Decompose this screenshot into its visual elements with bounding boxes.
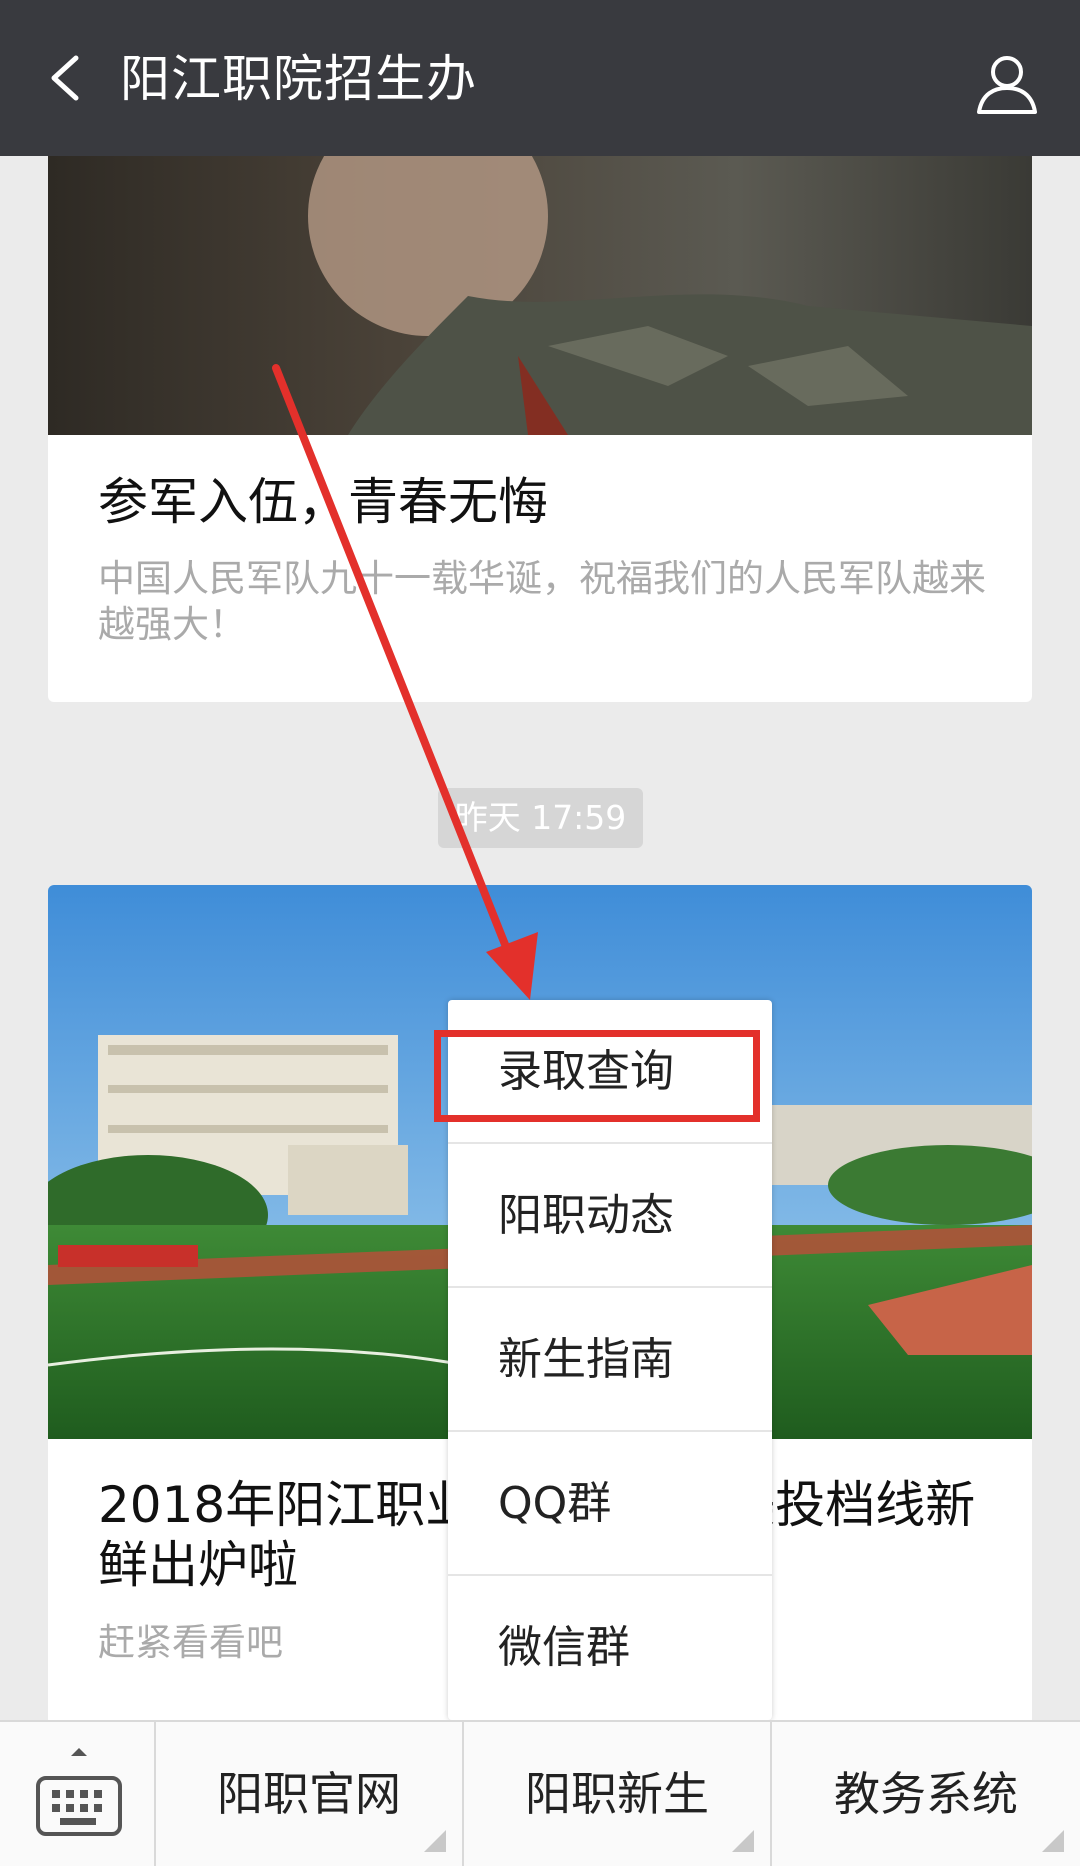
- menu-button-freshman[interactable]: 阳职新生: [464, 1722, 772, 1866]
- article-description: 中国人民军队九十一载华诞，祝福我们的人民军队越来越强大！: [98, 557, 986, 646]
- menu-button-label: 教务系统: [834, 1767, 1018, 1821]
- article-card[interactable]: 参军入伍，青春无悔 中国人民军队九十一载华诞，祝福我们的人民军队越来越强大！: [48, 156, 1032, 702]
- top-nav-bar: 阳江职院招生办: [0, 0, 1080, 156]
- bottom-menu-bar: 阳职官网 阳职新生 教务系统: [0, 1720, 1080, 1866]
- keyboard-icon: [36, 1748, 122, 1836]
- article-title: 参军入伍，青春无悔: [98, 473, 548, 531]
- menu-button-academic-system[interactable]: 教务系统: [772, 1722, 1080, 1866]
- menu-item-label: 微信群: [498, 1622, 630, 1673]
- menu-item-label: 新生指南: [498, 1334, 674, 1385]
- menu-item-label: 阳职动态: [498, 1190, 674, 1241]
- back-arrow-icon[interactable]: [40, 52, 92, 104]
- article-cover-image: [48, 156, 1032, 435]
- timestamp-badge: 昨天 17:59: [438, 788, 643, 848]
- page-title: 阳江职院招生办: [120, 50, 477, 108]
- user-profile-icon[interactable]: [974, 50, 1040, 116]
- menu-item-label: QQ群: [498, 1478, 612, 1529]
- keyboard-toggle-button[interactable]: [0, 1722, 156, 1866]
- menu-button-label: 阳职官网: [217, 1767, 401, 1821]
- submenu-indicator-icon: [1042, 1830, 1064, 1852]
- highlight-box-annotation: [434, 1030, 760, 1122]
- menu-item-qq-group[interactable]: QQ群: [448, 1432, 772, 1576]
- menu-item-news[interactable]: 阳职动态: [448, 1144, 772, 1288]
- submenu-indicator-icon: [732, 1830, 754, 1852]
- menu-button-official-site[interactable]: 阳职官网: [156, 1722, 464, 1866]
- menu-button-label: 阳职新生: [525, 1767, 709, 1821]
- article-description: 赶紧看看吧: [98, 1621, 283, 1664]
- submenu-indicator-icon: [424, 1830, 446, 1852]
- menu-item-wechat-group[interactable]: 微信群: [448, 1576, 772, 1720]
- menu-item-freshman-guide[interactable]: 新生指南: [448, 1288, 772, 1432]
